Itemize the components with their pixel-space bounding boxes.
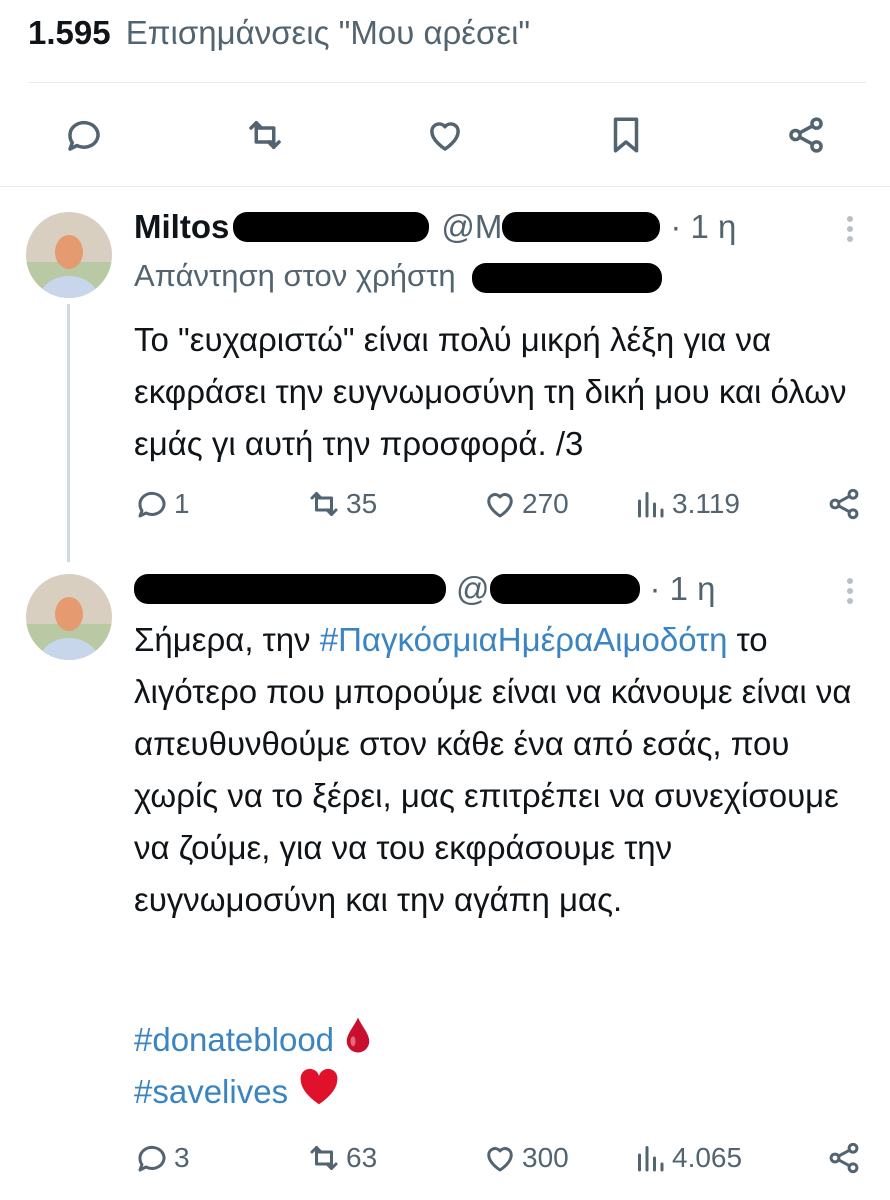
display-name[interactable]: Miltos — [134, 208, 229, 246]
reply-to: Απάντηση στον χρήστη — [134, 258, 663, 294]
more-options-icon[interactable] — [844, 574, 856, 608]
tweet-header: @ · 1 η — [134, 570, 716, 608]
retweet-stat[interactable]: 63 — [306, 1140, 482, 1176]
divider — [28, 82, 866, 83]
hashtag-link[interactable]: #savelives — [134, 1073, 288, 1110]
avatar-photo — [26, 574, 112, 660]
avatar-photo — [26, 212, 112, 298]
hashtag-line: #donateblood — [134, 1014, 874, 1070]
red-heart-icon — [297, 1068, 341, 1121]
redacted-name — [233, 212, 430, 242]
reply-icon[interactable] — [60, 111, 108, 159]
divider — [0, 186, 890, 187]
retweet-icon — [310, 1146, 338, 1170]
redacted-reply-handle[interactable] — [472, 262, 663, 293]
redacted-handle — [489, 574, 640, 604]
reply-stat[interactable]: 3 — [134, 1140, 306, 1176]
likes-summary[interactable]: 1.595 Επισημάνσεις "Μου αρέσει" — [28, 14, 530, 52]
bookmark-icon[interactable] — [602, 111, 650, 159]
views-count: 3.119 — [672, 488, 740, 519]
thread-line — [67, 304, 70, 562]
like-icon — [487, 1147, 513, 1172]
tweet-text-intro: Σήμερα, την — [134, 621, 311, 658]
more-options-icon[interactable] — [844, 212, 856, 246]
share-icon — [829, 1142, 859, 1174]
tweet-stats: 1 35 270 3.119 — [134, 482, 862, 526]
retweet-count: 63 — [346, 1142, 378, 1173]
views-icon — [638, 1146, 664, 1172]
like-icon — [487, 493, 513, 518]
share-icon[interactable] — [782, 111, 830, 159]
share-icon — [829, 488, 859, 520]
redacted-name[interactable] — [134, 574, 446, 604]
like-count: 270 — [522, 488, 569, 519]
reply-count: 3 — [174, 1142, 190, 1173]
handle[interactable]: @ — [456, 570, 490, 608]
hashtag-link[interactable]: #ΠαγκόσμιαΗμέραΑιμοδότη — [320, 621, 728, 658]
tweet-text-body: το λιγότερο που μπορούμε είναι να κάνουμ… — [134, 621, 852, 918]
like-count: 300 — [522, 1142, 569, 1173]
retweet-icon[interactable] — [241, 111, 289, 159]
blood-drop-icon — [343, 1015, 373, 1070]
tweet-text: Το "ευχαριστώ" είναι πολύ μικρή λέξη για… — [134, 321, 847, 462]
like-icon[interactable] — [421, 111, 469, 159]
tweet-stats: 3 63 300 4.065 — [134, 1136, 862, 1180]
timestamp[interactable]: · 1 η — [670, 208, 736, 246]
reply-stat[interactable]: 1 — [134, 486, 306, 522]
redacted-handle — [502, 212, 661, 242]
avatar[interactable] — [26, 212, 112, 298]
retweet-count: 35 — [346, 488, 378, 519]
hashtag-line: #savelives — [134, 1066, 874, 1121]
timestamp[interactable]: · 1 η — [650, 570, 716, 608]
tweet-action-bar — [60, 108, 830, 162]
avatar[interactable] — [26, 574, 112, 660]
like-stat[interactable]: 300 — [482, 1140, 632, 1176]
views-stat[interactable]: 3.119 — [632, 486, 740, 522]
views-stat[interactable]: 4.065 — [632, 1140, 742, 1176]
views-icon — [638, 492, 664, 518]
share-button[interactable] — [826, 486, 862, 522]
retweet-icon — [310, 492, 338, 516]
reply-icon — [138, 491, 166, 518]
views-count: 4.065 — [672, 1142, 743, 1173]
handle[interactable]: @M — [441, 208, 502, 246]
tweet-header: Miltos @M · 1 η — [134, 208, 736, 246]
like-stat[interactable]: 270 — [482, 486, 632, 522]
share-button[interactable] — [826, 1140, 862, 1176]
likes-count: 1.595 — [28, 14, 111, 51]
reply-to-label: Απάντηση στον χρήστη — [134, 258, 456, 293]
retweet-stat[interactable]: 35 — [306, 486, 482, 522]
tweet-text: Σήμερα, την #ΠαγκόσμιαΗμέραΑιμοδότη το λ… — [134, 614, 874, 926]
reply-icon — [138, 1145, 166, 1172]
hashtag-link[interactable]: #donateblood — [134, 1021, 334, 1058]
likes-label: Επισημάνσεις "Μου αρέσει" — [125, 14, 531, 51]
reply-count: 1 — [174, 488, 190, 519]
